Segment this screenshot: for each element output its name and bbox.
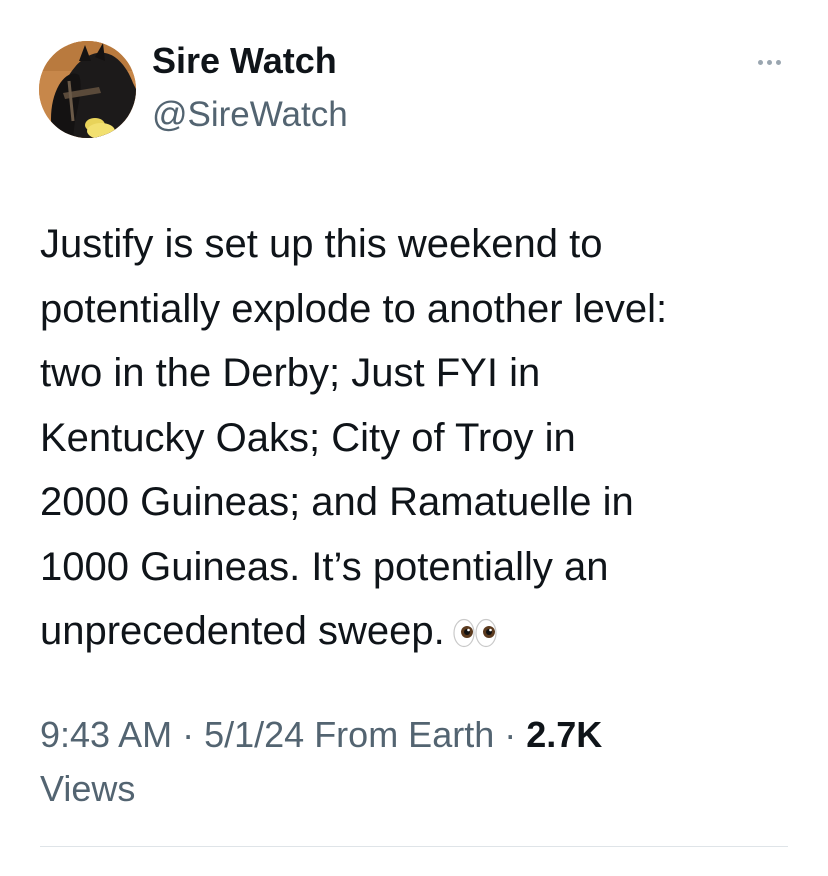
tweet-date[interactable]: 5/1/24	[204, 714, 304, 755]
tweet-text-line: two in the Derby; Just FYI in	[40, 351, 541, 395]
meta-separator: ·	[494, 714, 527, 755]
more-options-button[interactable]	[750, 50, 788, 74]
tweet-text-line: 2000 Guineas; and Ramatuelle in	[40, 480, 634, 524]
horse-avatar-image	[39, 41, 136, 138]
tweet-text-line-last: unprecedented sweep.	[40, 599, 800, 668]
avatar[interactable]	[39, 41, 136, 138]
views-label[interactable]: Views	[40, 762, 800, 816]
author-handle[interactable]: @SireWatch	[152, 92, 348, 138]
tweet-text-line: Justify is set up this weekend to	[40, 222, 603, 266]
tweet-source: From Earth	[304, 714, 495, 755]
tweet-time[interactable]: 9:43 AM	[40, 714, 172, 755]
meta-separator: ·	[172, 714, 205, 755]
more-horizontal-icon	[757, 59, 763, 65]
tweet-card: Sire Watch @SireWatch Justify is set up …	[0, 0, 828, 876]
tweet-text-line: potentially explode to another level:	[40, 286, 668, 331]
divider	[40, 846, 788, 847]
author-name[interactable]: Sire Watch	[152, 38, 337, 84]
tweet-meta: 9:43 AM · 5/1/24 From Earth · 2.7K Views	[40, 708, 800, 816]
tweet-text-line: unprecedented sweep.	[40, 609, 445, 653]
tweet-text-line: Kentucky Oaks; City of Troy in	[40, 415, 576, 460]
tweet-meta-line: 9:43 AM · 5/1/24 From Earth · 2.7K	[40, 708, 800, 762]
views-count[interactable]: 2.7K	[526, 714, 602, 755]
tweet-text: Justify is set up this weekend to potent…	[40, 212, 800, 668]
eyes-emoji-icon	[453, 603, 499, 668]
tweet-text-line: 1000 Guineas. It’s potentially an	[40, 544, 609, 589]
